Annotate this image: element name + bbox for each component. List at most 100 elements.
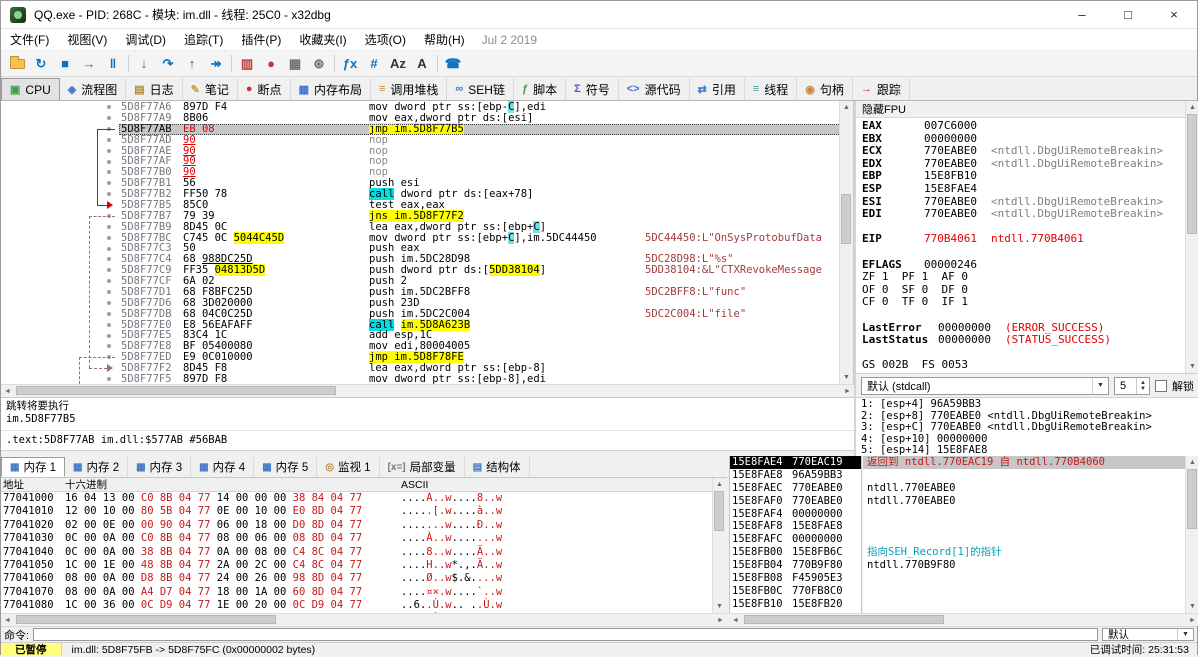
- breakpoint-dot[interactable]: [107, 257, 111, 261]
- menu-item[interactable]: 收藏夹(I): [290, 29, 355, 50]
- stack-comment-row[interactable]: [863, 469, 1185, 482]
- breakpoint-dot[interactable]: [107, 334, 111, 338]
- tab-symbols[interactable]: Σ符号: [566, 78, 619, 100]
- command-input[interactable]: [33, 628, 1098, 641]
- stepper-arrows-icon[interactable]: ▲▼: [1136, 378, 1149, 394]
- breakpoint-dot[interactable]: [107, 181, 111, 185]
- breakpoint-dot[interactable]: [107, 127, 111, 131]
- menu-item[interactable]: 调试(D): [116, 29, 175, 50]
- stack-comment-row[interactable]: [863, 508, 1185, 521]
- scroll-down-icon[interactable]: ▼: [1186, 360, 1198, 373]
- register-row[interactable]: ECX770EABE0<ntdll.DbgUiRemoteBreakin>: [862, 145, 1198, 158]
- breakpoint-dot[interactable]: [107, 203, 111, 207]
- dump-header-hex[interactable]: 十六进制: [65, 477, 401, 492]
- scroll-right-icon[interactable]: ►: [1186, 614, 1198, 626]
- tab-cpu[interactable]: ▣CPU: [1, 78, 60, 100]
- scroll-down-icon[interactable]: ▼: [1186, 600, 1198, 613]
- dump-row[interactable]: 770410400C 00 0A 00 38 8B 04 77 0A 00 08…: [1, 546, 712, 559]
- scylla-icon[interactable]: ☎: [441, 53, 465, 75]
- registers-panel[interactable]: 隐藏FPU EAX007C6000EBX00000000ECX770EABE0<…: [854, 101, 1198, 373]
- unlock-checkbox[interactable]: [1155, 380, 1167, 392]
- tab-dump-3[interactable]: ▦内存 3: [128, 457, 191, 477]
- menu-item[interactable]: 追踪(T): [175, 29, 232, 50]
- breakpoint-dot[interactable]: [107, 105, 111, 109]
- scroll-up-icon[interactable]: ▲: [713, 478, 726, 491]
- stack-hscrollbar[interactable]: ◄ ►: [729, 613, 1198, 626]
- tab-threads[interactable]: ≡线程: [745, 78, 797, 100]
- disasm-row[interactable]: 5D8F77F5897D F8mov dword ptr ss:[ebp-8],…: [1, 374, 853, 384]
- arguments-panel[interactable]: 1: [esp+4] 96A59BB32: [esp+8] 770EABE0 <…: [854, 397, 1198, 456]
- scroll-left-icon[interactable]: ◄: [729, 614, 742, 626]
- step-out-icon[interactable]: ↑: [180, 53, 204, 75]
- breakpoints-icon[interactable]: ●: [259, 53, 283, 75]
- stack-comment-row[interactable]: [863, 572, 1185, 585]
- breakpoint-dot[interactable]: [107, 170, 111, 174]
- stack-row[interactable]: 15E8FAE896A59BB3: [730, 469, 861, 482]
- pause-icon[interactable]: ‖: [101, 53, 125, 75]
- highlight-icon[interactable]: A: [410, 53, 434, 75]
- command-profile-combo[interactable]: 默认 ▼: [1102, 628, 1194, 641]
- breakpoint-dot[interactable]: [107, 192, 111, 196]
- stack-comment-row[interactable]: [863, 598, 1185, 611]
- registers-vscrollbar[interactable]: ▲ ▼: [1185, 101, 1198, 373]
- hide-fpu-button[interactable]: 隐藏FPU: [856, 101, 1198, 118]
- breakpoint-dot[interactable]: [107, 377, 111, 381]
- scroll-up-icon[interactable]: ▲: [1186, 456, 1198, 469]
- patches-icon[interactable]: ▥: [235, 53, 259, 75]
- breakpoint-dot[interactable]: [107, 214, 111, 218]
- stack-view[interactable]: 15E8FAE4770EAC1915E8FAE896A59BB315E8FAEC…: [729, 456, 862, 613]
- breakpoint-dot[interactable]: [107, 355, 111, 359]
- tab-watch-1[interactable]: ◎监视 1: [317, 457, 379, 477]
- maximize-button[interactable]: □: [1105, 1, 1151, 28]
- scroll-thumb[interactable]: [714, 491, 724, 531]
- scroll-thumb[interactable]: [841, 194, 851, 244]
- disassembly-view[interactable]: 5D8F77A6897D F4mov dword ptr ss:[ebp-C],…: [1, 101, 854, 384]
- breakpoint-dot[interactable]: [107, 138, 111, 142]
- stack-row[interactable]: 15E8FB08F45905E3: [730, 572, 861, 585]
- scroll-track[interactable]: [713, 491, 726, 600]
- stack-row[interactable]: 15E8FB1015E8FB20: [730, 598, 861, 611]
- argument-row[interactable]: 1: [esp+4] 96A59BB3: [861, 399, 1198, 411]
- dump-header-ascii[interactable]: ASCII: [401, 479, 712, 491]
- register-row[interactable]: EDX770EABE0<ntdll.DbgUiRemoteBreakin>: [862, 158, 1198, 171]
- register-row[interactable]: [862, 309, 1198, 322]
- breakpoint-dot[interactable]: [107, 344, 111, 348]
- scroll-track[interactable]: [742, 614, 1186, 626]
- stack-comment-row[interactable]: [863, 520, 1185, 533]
- register-row[interactable]: EBP15E8FB10: [862, 170, 1198, 183]
- calculator-icon[interactable]: #: [362, 53, 386, 75]
- register-row[interactable]: EIP770B4061ntdll.770B4061: [862, 233, 1198, 246]
- stack-comment-row[interactable]: 指向SEH_Record[1]的指针: [863, 546, 1185, 559]
- argument-row[interactable]: 3: [esp+C] 770EABE0 <ntdll.DbgUiRemoteBr…: [861, 422, 1198, 434]
- scroll-track[interactable]: [14, 614, 714, 626]
- scroll-thumb[interactable]: [1187, 469, 1197, 529]
- register-row[interactable]: ESP15E8FAE4: [862, 183, 1198, 196]
- breakpoint-dot[interactable]: [107, 323, 111, 327]
- dump-row[interactable]: 7704101012 00 10 00 80 5B 04 77 0E 00 10…: [1, 505, 712, 518]
- tab-handles[interactable]: ◉句柄: [797, 78, 853, 100]
- dump-row[interactable]: 770410300C 00 0A 00 C0 8B 04 77 08 00 06…: [1, 532, 712, 545]
- tab-trace[interactable]: →跟踪: [853, 78, 910, 100]
- font-icon[interactable]: Az: [386, 53, 410, 75]
- stack-row[interactable]: 15E8FAF0770EABE0: [730, 495, 861, 508]
- breakpoint-dot[interactable]: [107, 279, 111, 283]
- tab-struct[interactable]: ▤结构体: [465, 457, 530, 477]
- chevron-down-icon[interactable]: ▼: [1092, 378, 1108, 394]
- stack-comments[interactable]: 返回到 ntdll.770EAC19 自 ntdll.770B4060ntdll…: [863, 456, 1185, 613]
- breakpoint-dot[interactable]: [107, 225, 111, 229]
- stack-row[interactable]: 15E8FAF815E8FAE8: [730, 520, 861, 533]
- breakpoint-dot[interactable]: [107, 366, 111, 370]
- stack-comment-row[interactable]: ntdll.770EABE0: [863, 482, 1185, 495]
- scroll-left-icon[interactable]: ◄: [1, 614, 14, 626]
- scroll-down-icon[interactable]: ▼: [840, 371, 853, 384]
- breakpoint-dot[interactable]: [107, 301, 111, 305]
- breakpoint-dot[interactable]: [107, 268, 111, 272]
- tab-notes[interactable]: ✎笔记: [183, 78, 238, 100]
- tab-dump-5[interactable]: ▦内存 5: [254, 457, 317, 477]
- tab-source[interactable]: <>源代码: [619, 78, 690, 100]
- tab-dump-4[interactable]: ▦内存 4: [191, 457, 254, 477]
- dump-hscrollbar[interactable]: ◄ ►: [1, 613, 727, 626]
- open-file-icon[interactable]: [5, 53, 29, 75]
- tab-graph[interactable]: ◈流程图: [60, 78, 126, 100]
- stack-row[interactable]: 15E8FAFC00000000: [730, 533, 861, 546]
